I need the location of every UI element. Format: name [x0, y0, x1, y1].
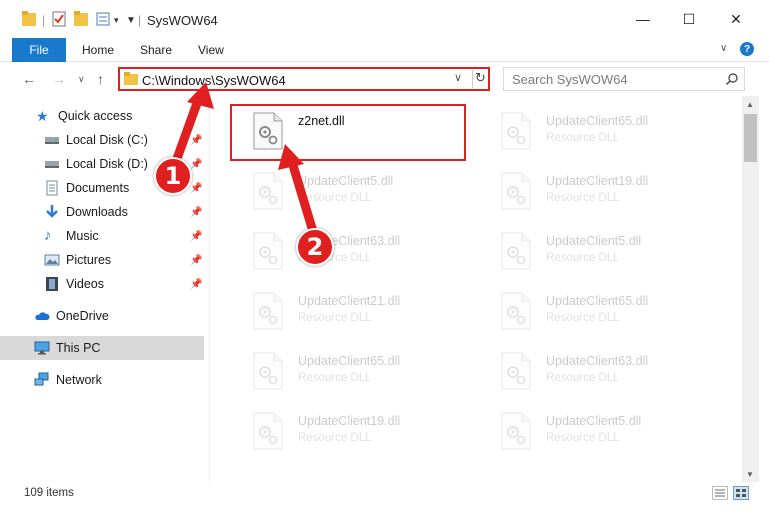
arrow-1-head [187, 82, 214, 109]
annotation-arrows [165, 82, 320, 243]
callout-badge-1: 1 [154, 157, 192, 195]
arrow-2 [287, 157, 320, 243]
callout-badge-2: 2 [296, 228, 334, 266]
arrow-2-head [278, 144, 304, 170]
